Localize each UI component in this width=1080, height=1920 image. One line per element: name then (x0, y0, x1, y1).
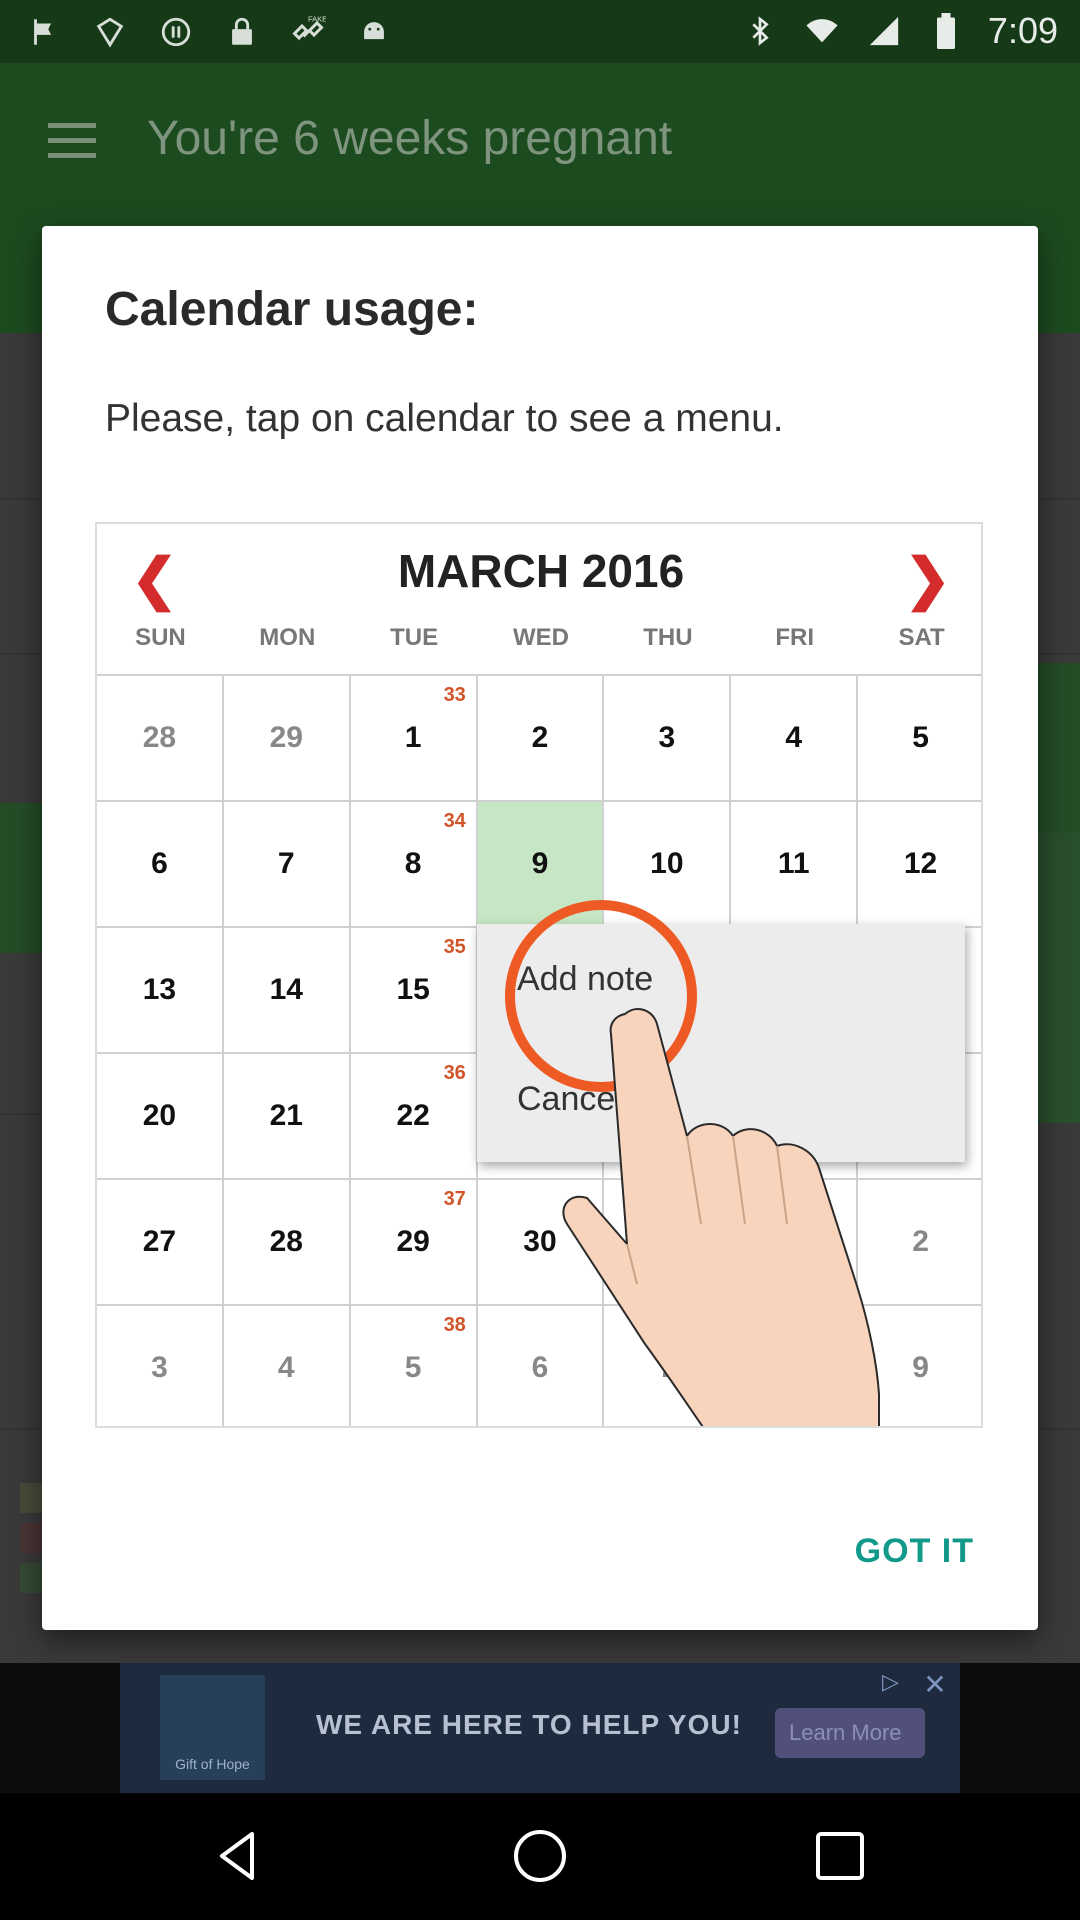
home-icon[interactable] (510, 1826, 570, 1886)
calendar-day-cell: 12 (858, 802, 981, 928)
weekday-header: SUN MON TUE WED THU FRI SAT (97, 624, 981, 664)
calendar-day-cell: 28 (97, 676, 224, 802)
ad-banner-area: Gift of Hope WE ARE HERE TO HELP YOU! Le… (0, 1663, 1080, 1793)
calendar-day-cell (731, 1180, 859, 1306)
dialog-title: Calendar usage: (105, 283, 479, 336)
dialog-message: Please, tap on calendar to see a menu. (105, 397, 784, 440)
status-bar: FAKE 7:09 (0, 0, 1080, 63)
calendar-day-cell: 6 (478, 1306, 605, 1426)
calendar-illustration: ❮ MARCH 2016 ❯ SUN MON TUE WED THU FRI SAT 28 2… (95, 522, 983, 1428)
calendar-day-cell: 2 (858, 1180, 981, 1306)
week-number-label: 35 (443, 936, 466, 958)
week-number-label: 37 (443, 1188, 466, 1210)
calendar-day-cell: 7 (604, 1306, 732, 1426)
week-number-label: 36 (443, 1062, 466, 1084)
signal-icon (864, 11, 904, 51)
calendar-day-cell: 5 (858, 676, 981, 802)
calendar-day-cell: 9 (858, 1306, 981, 1426)
calendar-day-cell: 3 (97, 1306, 224, 1426)
wifi-icon (802, 11, 842, 51)
weekday-label: FRI (775, 624, 815, 651)
week-number-label: 34 (443, 810, 466, 832)
calendar-day-cell: 4 (224, 1306, 351, 1426)
menu-icon[interactable] (48, 123, 96, 158)
weekday-label: SAT (898, 624, 945, 651)
recents-icon[interactable] (810, 1826, 870, 1886)
weekday-label: THU (643, 624, 693, 651)
calendar-day-cell: 21 (223, 1054, 351, 1180)
ad-text: WE ARE HERE TO HELP YOU! (316, 1709, 742, 1740)
ad-cta-button[interactable]: Learn More (775, 1708, 925, 1758)
calendar-day-cell: 27 (97, 1180, 224, 1306)
calendar-day-cell: 14 (223, 928, 351, 1054)
chevron-right-icon: ❯ (904, 547, 951, 610)
weekday-label: TUE (390, 624, 439, 651)
calendar-day-cell: 4 (731, 676, 859, 802)
image-icon (90, 12, 130, 52)
battery-icon (926, 11, 966, 51)
calendar-day-cell: 30 (477, 1180, 605, 1306)
calendar-month: MARCH 2016 (397, 545, 685, 597)
ad-banner[interactable]: Gift of Hope WE ARE HERE TO HELP YOU! Le… (120, 1663, 960, 1793)
calendar-day-cell: 11 (731, 802, 859, 928)
calendar-day-cell: 2 (477, 676, 605, 802)
android-icon (354, 12, 394, 52)
weekday-label: SUN (135, 624, 186, 651)
ad-choices-icon[interactable]: ▷ (882, 1669, 912, 1699)
calendar-usage-dialog: Calendar usage: Please, tap on calendar … (42, 226, 1038, 1630)
calendar-day-cell: 7 (223, 802, 351, 928)
weekday-label: MON (259, 624, 316, 651)
ad-logo: Gift of Hope (160, 1675, 265, 1780)
calendar-day-cell: 6 (97, 802, 224, 928)
calendar-day-cell: 29 (223, 676, 351, 802)
app-title: You're 6 weeks pregnant (147, 112, 673, 165)
calendar-day-cell: 3 (604, 676, 732, 802)
lock-icon (222, 12, 262, 52)
calendar-day-cell: 28 (223, 1180, 351, 1306)
navigation-bar (0, 1793, 1080, 1920)
flag-icon (24, 12, 64, 52)
bluetooth-icon (740, 11, 780, 51)
svg-text:FAKE: FAKE (308, 15, 326, 24)
clock: 7:09 (987, 10, 1058, 51)
calendar-day-cell (604, 1180, 732, 1306)
close-icon[interactable]: ✕ (916, 1665, 954, 1703)
calendar-day-cell: 13 (97, 928, 224, 1054)
fake-gps-icon: FAKE (288, 12, 328, 52)
calendar-day-cell (731, 1306, 859, 1426)
got-it-button[interactable]: GOT IT (855, 1532, 974, 1571)
weekday-label: WED (513, 624, 569, 651)
tap-highlight-ring (505, 900, 697, 1092)
calendar-day-cell: 20 (97, 1054, 224, 1180)
week-number-label: 33 (443, 684, 466, 706)
calendar-header: ❮ MARCH 2016 ❯ (97, 524, 981, 614)
circle-icon (156, 12, 196, 52)
week-number-label: 38 (443, 1314, 466, 1336)
back-icon[interactable] (210, 1826, 270, 1886)
